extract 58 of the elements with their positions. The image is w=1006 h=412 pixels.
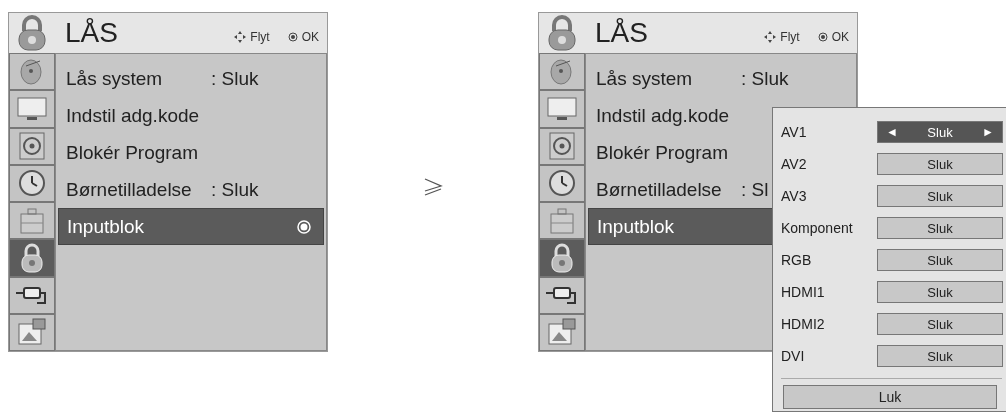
radio-dot-icon [817, 32, 828, 42]
padlock-icon [547, 15, 577, 51]
radio-dot-icon [287, 32, 298, 42]
option-selector[interactable]: Sluk [877, 185, 1003, 207]
input-label: Komponent [781, 220, 854, 236]
hint-label: Flyt [780, 30, 800, 44]
photos-icon [547, 318, 577, 347]
option-selector[interactable]: ◄ Sluk ► [877, 121, 1003, 143]
close-button[interactable]: Luk [783, 385, 997, 409]
four-arrows-icon [764, 31, 777, 43]
hint-label: OK [831, 30, 849, 44]
input-label: RGB [781, 252, 813, 268]
menu-item[interactable]: Inputblok [58, 208, 324, 245]
menu-item[interactable]: Børnetilladelse : Sluk [58, 171, 324, 208]
padlock-icon [17, 15, 47, 51]
chevron-icon [423, 177, 443, 197]
sidebar-tab[interactable] [539, 127, 585, 165]
monitor-icon [547, 95, 577, 122]
option-selector[interactable]: Sluk [877, 345, 1003, 367]
menu-title: LÅS [65, 17, 119, 49]
speaker-icon [549, 132, 575, 161]
toolbox-icon [548, 206, 576, 235]
sidebar-tab[interactable] [539, 239, 585, 277]
menu-item[interactable]: Blokér Program [58, 134, 324, 171]
padlock-icon [551, 242, 573, 273]
photos-icon [17, 318, 47, 347]
input-label: HDMI2 [781, 316, 826, 332]
sidebar-tab[interactable] [9, 276, 55, 314]
hint-label: Flyt [250, 30, 270, 44]
hint-label: OK [301, 30, 319, 44]
monitor-icon [17, 95, 47, 122]
padlock-icon [21, 242, 43, 273]
option-selector[interactable]: Sluk [877, 313, 1003, 335]
sidebar-tab[interactable] [9, 239, 55, 277]
toolbox-icon [18, 206, 46, 235]
plug-cable-icon [545, 284, 579, 307]
option-selector[interactable]: Sluk [877, 249, 1003, 271]
sidebar-tab[interactable] [539, 164, 585, 202]
option-selector[interactable]: Sluk [877, 153, 1003, 175]
plug-cable-icon [15, 284, 49, 307]
menu-item[interactable]: Indstil adg.kode [58, 97, 324, 134]
input-label: AV3 [781, 188, 808, 204]
option-selector[interactable]: Sluk [877, 281, 1003, 303]
clock-icon [548, 169, 576, 198]
speaker-icon [19, 132, 45, 161]
menu-item[interactable]: Lås system : Sluk [588, 60, 854, 97]
menu-title: LÅS [595, 17, 649, 49]
menu-item[interactable]: Lås system : Sluk [58, 60, 324, 97]
sidebar-tab[interactable] [9, 127, 55, 165]
input-label: DVI [781, 348, 806, 364]
input-label: AV2 [781, 156, 808, 172]
clock-icon [18, 169, 46, 198]
four-arrows-icon [234, 31, 247, 43]
sidebar-tab[interactable] [9, 164, 55, 202]
input-label: AV1 [781, 124, 808, 140]
option-selector[interactable]: Sluk [877, 217, 1003, 239]
input-label: HDMI1 [781, 284, 826, 300]
sidebar-tab[interactable] [539, 276, 585, 314]
